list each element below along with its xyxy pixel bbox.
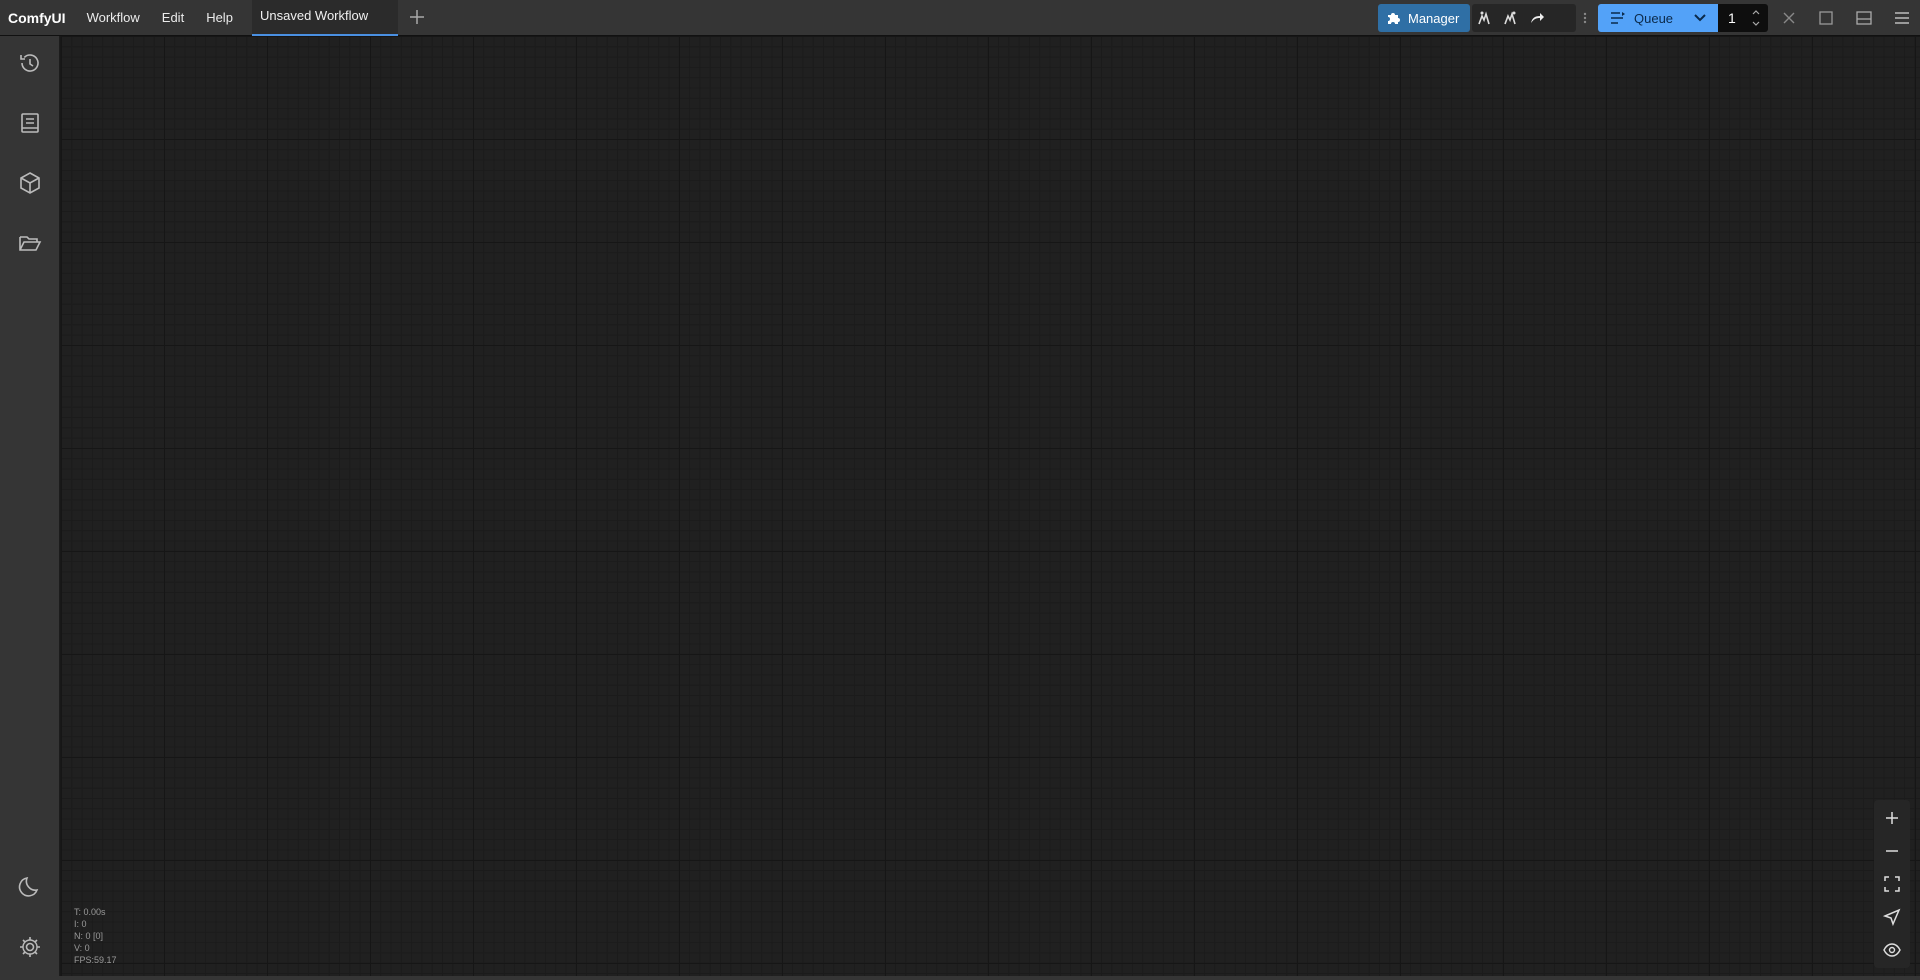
share-arrow-icon — [1531, 13, 1544, 23]
stat-v: V: 0 — [74, 943, 90, 953]
stat-nodes: N: 0 [0] — [74, 931, 104, 941]
stat-fps: FPS:59.17 — [74, 955, 117, 965]
moon-icon[interactable] — [17, 874, 43, 900]
chevron-down-icon — [1694, 14, 1706, 22]
folder-open-icon[interactable] — [17, 230, 43, 256]
manager-button[interactable]: Manager — [1378, 4, 1470, 32]
focus-mode-icon[interactable] — [1816, 8, 1836, 28]
share-button[interactable] — [1524, 4, 1550, 32]
app-logo: ComfyUI — [8, 9, 66, 26]
tab-unsaved-workflow[interactable]: Unsaved Workflow — [252, 0, 398, 36]
queue-button[interactable]: Queue — [1598, 4, 1718, 32]
stepper-arrows-icon[interactable] — [1750, 6, 1762, 30]
queue-count-stepper[interactable]: 1 — [1718, 4, 1768, 32]
sidebar — [0, 36, 60, 980]
close-icon[interactable] — [1779, 8, 1799, 28]
tab-label: Unsaved Workflow — [260, 8, 369, 23]
graph-canvas[interactable] — [61, 36, 1920, 976]
model-button-2[interactable] — [1498, 4, 1524, 32]
queue-label: Queue — [1634, 10, 1674, 26]
queue-count-value: 1 — [1728, 10, 1736, 26]
zoom-controls — [1874, 800, 1910, 968]
zoom-out-icon[interactable] — [1882, 841, 1902, 861]
unload-models-icon — [1478, 11, 1490, 25]
menu-help[interactable]: Help — [195, 0, 244, 36]
gear-icon[interactable] — [17, 934, 43, 960]
free-memory-icon — [1504, 11, 1516, 25]
canvas-stats: T: 0.00s I: 0 N: 0 [0] V: 0 FPS:59.17 — [74, 906, 117, 966]
toolbar-icon-group — [1472, 4, 1576, 32]
eye-icon[interactable] — [1882, 940, 1902, 960]
menu-workflow[interactable]: Workflow — [76, 0, 151, 36]
hamburger-menu-icon[interactable] — [1892, 8, 1912, 28]
menu-edit[interactable]: Edit — [151, 0, 195, 36]
fit-view-icon[interactable] — [1882, 874, 1902, 894]
zoom-in-icon[interactable] — [1882, 808, 1902, 828]
drag-handle-icon[interactable] — [1582, 8, 1588, 28]
model-button[interactable] — [1472, 4, 1498, 32]
cube-icon[interactable] — [17, 170, 43, 196]
pointer-mode-icon[interactable] — [1882, 907, 1902, 927]
manager-label: Manager — [1408, 10, 1460, 26]
bottom-border — [0, 976, 1920, 980]
history-icon[interactable] — [17, 50, 43, 76]
queue-main[interactable]: Queue — [1598, 11, 1682, 26]
bottom-panel-icon[interactable] — [1854, 8, 1874, 28]
stat-time: T: 0.00s — [74, 907, 106, 917]
book-icon[interactable] — [17, 110, 43, 136]
queue-mode-dropdown[interactable] — [1682, 4, 1718, 32]
puzzle-icon — [1388, 13, 1400, 24]
stat-i: I: 0 — [74, 919, 87, 929]
add-tab-button[interactable] — [406, 6, 428, 28]
plus-icon — [410, 10, 424, 24]
queue-list-icon — [1611, 12, 1625, 24]
